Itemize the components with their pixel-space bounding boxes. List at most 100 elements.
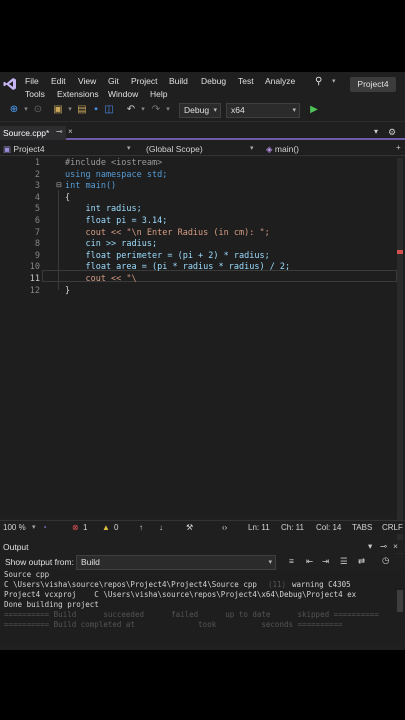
menu-file[interactable]: File [25,76,39,86]
undo-icon[interactable]: ↶ [125,104,137,116]
brush-icon[interactable]: ⚒ [186,523,193,532]
member-value: main() [274,144,300,154]
menu-extensions[interactable]: Extensions [57,89,99,99]
menu-window[interactable]: Window [108,89,138,99]
tab-label: Source.cpp* [3,128,50,138]
chevron-down-icon: ▾ [268,559,272,566]
menu-help[interactable]: Help [150,89,167,99]
member-select[interactable]: ◈ main() [266,143,392,155]
menu-project[interactable]: Project [131,76,157,86]
code-line[interactable]: cout << "\n Enter Radius (in cm): "; [65,228,269,238]
code-line[interactable]: #include <iostream> [65,158,162,168]
platform-select[interactable]: x64 ▾ [226,103,300,118]
go-to-previous-icon[interactable]: ≡ [289,556,294,566]
menu-test[interactable]: Test [238,76,254,86]
menu-debug[interactable]: Debug [201,76,226,86]
menu-build[interactable]: Build [169,76,188,86]
redo-icon[interactable]: ↷ [150,104,162,116]
project-scope-select[interactable]: ▣ Project4 ▾ [3,143,133,155]
pin-icon[interactable]: ⊸ [56,127,63,136]
search-dropdown-icon[interactable]: ▾ [332,77,336,85]
line-number: 7 [34,227,40,238]
output-line: C \Users\visha\source\repos\Project4\Pro… [4,580,257,589]
global-scope-select[interactable]: (Global Scope) ▾ [146,143,256,155]
start-debug-icon[interactable]: ▶ [308,104,320,116]
code-line[interactable]: cin >> radius; [65,239,157,249]
code-line[interactable]: float perimeter = (pi + 2) * radius; [65,251,269,261]
new-dropdown-icon[interactable]: ▾ [64,104,76,116]
indent-mode[interactable]: TABS [352,523,372,532]
code-line[interactable]: } [65,286,70,296]
global-scope-value: (Global Scope) [146,144,203,154]
code-line[interactable]: int radius; [65,204,141,214]
arrow-up-icon[interactable]: ↑ [139,523,143,532]
search-icon[interactable]: ⚲ [315,76,322,87]
code-line[interactable]: cout << "\ [65,274,136,284]
menu-view[interactable]: View [78,76,96,86]
save-all-icon[interactable]: ◫ [103,104,115,116]
open-folder-icon[interactable]: ▤ [76,104,88,116]
code-line[interactable]: int main() [65,181,116,191]
save-icon[interactable]: ▪ [90,104,102,116]
dropdown-icon[interactable]: ▾ [368,541,372,552]
arrow-down-icon[interactable]: ↓ [159,523,163,532]
project-badge[interactable]: Project4 [350,77,396,92]
output-pane-header: Output ▾ ⊸ × [0,540,405,553]
platform-value: x64 [231,105,245,115]
tab-overflow-icon[interactable]: ▾ [374,127,378,136]
error-count[interactable]: 1 [83,523,87,532]
output-toolbar: Show output from: Build ▾ ≡ ⇤ ⇥ ☰ ⇄ ◷ [0,554,405,570]
align-left-icon[interactable]: ⇤ [306,556,313,567]
line-number: 2 [34,169,40,180]
copilot-icon[interactable]: ◔ [42,523,47,532]
output-body[interactable]: Source cpp C \Users\visha\source\repos\P… [0,570,405,642]
error-marker [397,250,403,254]
output-line-ref: (11) [268,580,287,589]
chevron-down-icon: ▾ [127,145,131,152]
redo-dropdown-icon[interactable]: ▾ [162,104,174,116]
close-icon[interactable]: × [393,541,398,551]
gear-icon[interactable]: ⚙ [388,127,396,138]
code-line[interactable]: using namespace std; [65,170,167,180]
forward-icon[interactable]: ⊙ [32,104,44,116]
close-icon[interactable]: × [68,127,73,136]
output-warning: warning C4305 [292,580,351,589]
code-line[interactable]: float area = (pi * radius * radius) / 2; [65,262,290,272]
error-icon[interactable]: ⊗ [72,523,79,532]
clock-icon[interactable]: ◷ [382,555,389,566]
warning-count[interactable]: 0 [114,523,118,532]
line-number: 6 [34,216,40,226]
menu-analyze[interactable]: Analyze [265,76,295,86]
clear-all-icon[interactable]: ☰ [340,556,348,567]
output-source-select[interactable]: Build ▾ [76,555,276,570]
configuration-select[interactable]: Debug ▾ [179,103,221,118]
undo-dropdown-icon[interactable]: ▾ [137,104,149,116]
menu-git[interactable]: Git [108,76,119,86]
back-dropdown-icon[interactable]: ▾ [20,104,32,116]
code-editor[interactable]: 1 2 3 4 5 6 7 8 9 10 11 12 ⊟ #include <i… [0,158,405,590]
warning-icon[interactable]: ▲ [102,523,110,532]
collapse-toggle-icon[interactable]: ⊟ [56,181,62,189]
chevron-down-icon: ▾ [292,107,296,114]
line-number: 1 [34,158,40,168]
column-position: Col: 14 [316,523,342,532]
output-title: Output [3,542,29,552]
line-endings[interactable]: CRLF [382,523,403,532]
menu-edit[interactable]: Edit [51,76,66,86]
pin-icon[interactable]: ⊸ [380,541,387,552]
zoom-dropdown-icon[interactable]: ▾ [32,523,36,531]
align-right-icon[interactable]: ⇥ [322,556,329,567]
nav-arrows-icon[interactable]: ‹› [222,523,227,532]
output-scrollbar[interactable] [397,590,403,612]
show-output-label: Show output from: [5,557,74,567]
new-project-icon[interactable]: ▣ [52,104,64,116]
menu-tools[interactable]: Tools [25,89,45,99]
split-icon[interactable]: + [396,143,401,152]
code-line[interactable]: { [65,193,70,203]
word-wrap-icon[interactable]: ⇄ [358,556,365,567]
code-line[interactable]: float pi = 3.14; [65,216,167,226]
back-icon[interactable]: ⊕ [8,104,20,116]
indent-guide [58,190,59,290]
output-line: ========== Build succeeded failed up to … [4,610,379,619]
zoom-level[interactable]: 100 % [3,523,26,532]
